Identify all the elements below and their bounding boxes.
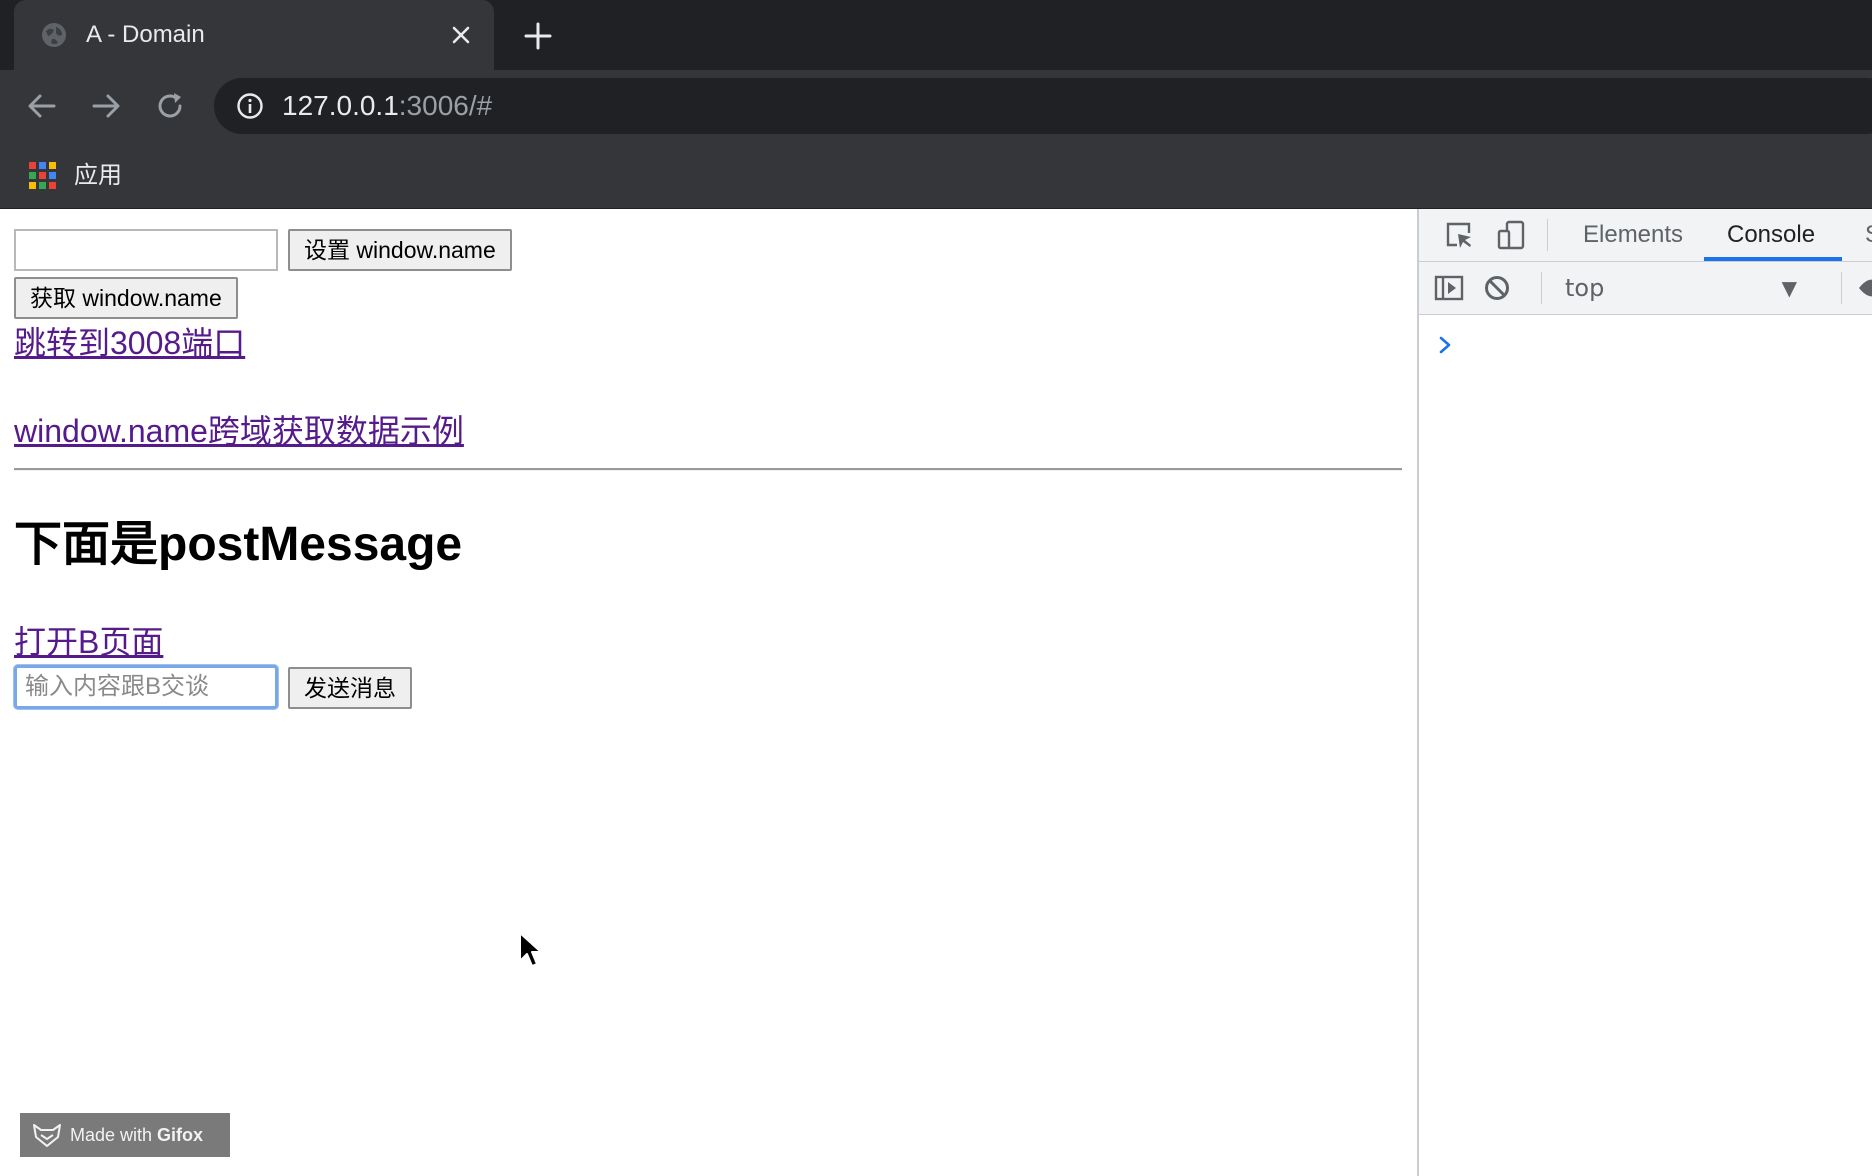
- tab-strip: A - Domain: [0, 0, 1872, 70]
- url-path: :3006/#: [398, 90, 493, 121]
- show-sidebar-icon[interactable]: [1433, 272, 1465, 304]
- url-text: 127.0.0.1:3006/#: [282, 87, 492, 125]
- horizontal-divider: [14, 468, 1402, 471]
- devtools-panel: Elements Console S top ▼: [1417, 209, 1872, 1176]
- inspect-element-icon[interactable]: [1443, 219, 1475, 251]
- set-window-name-button[interactable]: 设置 window.name: [288, 229, 512, 271]
- reload-icon[interactable]: [152, 88, 188, 124]
- apps-bookmark-label[interactable]: 应用: [74, 158, 122, 192]
- watermark-brand: Gifox: [157, 1125, 204, 1145]
- eye-icon[interactable]: [1855, 272, 1872, 304]
- watermark-prefix: Made with: [70, 1125, 158, 1145]
- send-message-button[interactable]: 发送消息: [288, 667, 412, 709]
- globe-icon: [42, 23, 66, 47]
- address-bar[interactable]: 127.0.0.1:3006/#: [214, 78, 1872, 134]
- watermark-text: Made with Gifox: [70, 1113, 203, 1157]
- bookmarks-bar: 应用: [0, 144, 1872, 209]
- window-name-input[interactable]: [14, 229, 278, 271]
- info-icon[interactable]: [236, 92, 264, 120]
- device-toolbar-icon[interactable]: [1495, 219, 1527, 251]
- tab-sources[interactable]: S: [1865, 221, 1872, 249]
- clear-console-icon[interactable]: [1481, 272, 1513, 304]
- forward-arrow-icon[interactable]: [88, 88, 124, 124]
- context-selector[interactable]: top ▼: [1565, 272, 1797, 304]
- mouse-pointer-icon: [519, 932, 542, 967]
- close-icon[interactable]: [448, 22, 474, 48]
- link-port-3008[interactable]: 跳转到3008端口: [14, 323, 245, 363]
- fox-logo-icon: [33, 1124, 61, 1147]
- get-window-name-button[interactable]: 获取 window.name: [14, 277, 238, 319]
- url-host: 127.0.0.1: [282, 90, 399, 121]
- toolbar-separator: [1841, 272, 1842, 304]
- link-open-b-page[interactable]: 打开B页面: [14, 622, 163, 662]
- console-prompt-chevron-icon: [1439, 336, 1451, 354]
- gifox-watermark: Made with Gifox: [20, 1113, 230, 1157]
- tab-elements[interactable]: Elements: [1583, 221, 1683, 249]
- back-arrow-icon[interactable]: [24, 88, 60, 124]
- devtools-tab-bar: Elements Console S: [1419, 209, 1872, 262]
- apps-grid-icon[interactable]: [28, 161, 58, 191]
- console-toolbar: top ▼: [1419, 262, 1872, 315]
- active-tab-indicator: [1704, 257, 1842, 261]
- toolbar-separator: [1541, 272, 1542, 304]
- new-tab-icon[interactable]: [522, 20, 554, 52]
- toolbar-separator: [1547, 219, 1548, 251]
- link-window-name-example[interactable]: window.name跨域获取数据示例: [14, 411, 464, 451]
- browser-toolbar: 127.0.0.1:3006/#: [0, 70, 1872, 144]
- message-input[interactable]: [14, 665, 278, 709]
- browser-tab[interactable]: A - Domain: [14, 0, 494, 70]
- context-value: top: [1565, 274, 1605, 302]
- page-viewport: 设置 window.name 获取 window.name 跳转到3008端口 …: [0, 209, 1417, 1176]
- tab-console[interactable]: Console: [1727, 221, 1815, 249]
- postmessage-heading: 下面是postMessage: [14, 518, 463, 571]
- tab-title: A - Domain: [86, 21, 205, 48]
- dropdown-arrow-icon: ▼: [1781, 276, 1797, 300]
